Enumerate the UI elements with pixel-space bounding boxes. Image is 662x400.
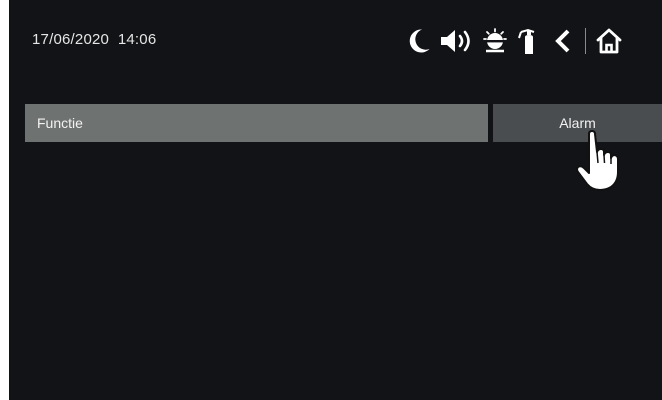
status-datetime: 17/06/2020 14:06 (32, 31, 156, 48)
status-icons (405, 24, 624, 58)
alarm-button-label: Alarm (559, 115, 596, 131)
pointer-hand-icon (573, 130, 627, 192)
menu-row: Functie Alarm (25, 104, 662, 142)
function-label-cell: Functie (25, 104, 488, 142)
status-time: 14:06 (117, 31, 157, 48)
fire-extinguisher-icon[interactable] (515, 26, 543, 56)
home-icon[interactable] (594, 26, 624, 56)
device-screen: 17/06/2020 14:06 Functie Alarm (9, 0, 662, 400)
alarm-siren-icon[interactable] (481, 26, 509, 56)
function-label: Functie (37, 115, 83, 131)
speaker-icon[interactable] (437, 26, 477, 56)
icon-separator (585, 28, 586, 54)
status-date: 17/06/2020 (32, 31, 110, 48)
moon-icon[interactable] (405, 26, 433, 56)
back-chevron-icon[interactable] (549, 26, 577, 56)
